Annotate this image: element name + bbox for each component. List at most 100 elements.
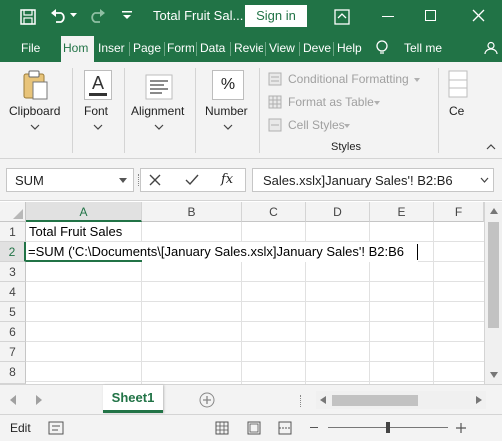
text-cursor	[417, 244, 418, 260]
collapse-ribbon-icon[interactable]	[486, 144, 496, 150]
chevron-down-icon	[414, 78, 420, 82]
sheet-next-icon[interactable]	[36, 395, 42, 405]
lightbulb-icon	[376, 40, 388, 54]
share-icon[interactable]	[484, 41, 498, 55]
conditional-formatting-button[interactable]: Conditional Formatting	[268, 70, 438, 88]
save-icon[interactable]	[20, 9, 36, 25]
row-header-5[interactable]: 5	[0, 302, 26, 322]
tab-help[interactable]: Help	[337, 41, 365, 55]
chevron-down-icon	[93, 124, 103, 130]
undo-dropdown-icon[interactable]	[70, 13, 77, 18]
document-title: Total Fruit Sal...	[153, 8, 244, 23]
ribbon-options-icon[interactable]	[334, 9, 350, 25]
number-format-button[interactable]: %	[212, 70, 244, 100]
scroll-up-icon[interactable]	[490, 208, 498, 214]
conditional-formatting-icon	[268, 72, 282, 86]
sheet-tab-sheet1[interactable]: Sheet1	[103, 385, 163, 413]
cell-a1[interactable]: Total Fruit Sales	[29, 224, 122, 239]
zoom-slider-thumb[interactable]	[386, 422, 390, 433]
clipboard-label: Clipboard	[9, 104, 61, 118]
select-all-corner[interactable]	[0, 202, 26, 222]
tab-formulas[interactable]: Form	[167, 41, 194, 55]
accessibility-icon[interactable]	[48, 421, 64, 435]
cancel-icon[interactable]	[149, 174, 161, 186]
format-as-table-icon	[268, 95, 282, 109]
scroll-right-icon[interactable]	[476, 396, 482, 404]
chevron-down-icon	[30, 124, 40, 130]
sign-in-button[interactable]: Sign in	[245, 5, 307, 27]
column-header-c[interactable]: C	[242, 202, 306, 222]
column-header-b[interactable]: B	[142, 202, 242, 222]
zoom-in-icon[interactable]	[456, 423, 466, 433]
vertical-scroll-thumb[interactable]	[488, 222, 499, 328]
cell-styles-button[interactable]: Cell Styles	[268, 116, 368, 134]
status-bar: Edit	[0, 414, 502, 441]
tab-view[interactable]: View	[269, 41, 297, 55]
conditional-formatting-label: Conditional Formatting	[288, 72, 409, 86]
chevron-down-icon	[223, 124, 233, 130]
row-header-6[interactable]: 6	[0, 322, 26, 342]
format-as-table-label: Format as Table	[288, 95, 374, 109]
row-header-4[interactable]: 4	[0, 282, 26, 302]
tab-page-layout[interactable]: Page	[133, 41, 163, 55]
row-header-8[interactable]: 8	[0, 362, 26, 384]
title-bar: Total Fruit Sal... Sign in	[0, 0, 502, 34]
name-box[interactable]: SUM	[6, 168, 134, 192]
formula-input[interactable]: Sales.xslx]January Sales'! B2:B6	[252, 168, 494, 192]
sheet-prev-icon[interactable]	[10, 395, 16, 405]
vertical-scrollbar[interactable]	[484, 202, 502, 384]
tab-data[interactable]: Data	[200, 41, 228, 55]
chevron-down-icon	[374, 101, 380, 105]
redo-icon	[91, 9, 105, 23]
close-icon[interactable]	[472, 9, 485, 22]
column-header-f[interactable]: F	[434, 202, 484, 222]
name-box-value: SUM	[15, 173, 44, 188]
status-mode: Edit	[10, 421, 31, 435]
row-header-1[interactable]: 1	[0, 222, 26, 242]
formula-bar-area: SUM fx Sales.xslx]January Sales'! B2:B6	[0, 159, 502, 201]
format-as-table-button[interactable]: Format as Table	[268, 93, 388, 111]
normal-view-icon[interactable]	[215, 421, 229, 435]
cells-icon[interactable]	[448, 70, 468, 100]
column-header-e[interactable]: E	[370, 202, 434, 222]
undo-icon[interactable]	[50, 8, 68, 24]
zoom-out-icon[interactable]	[310, 427, 318, 428]
expand-formula-bar-icon[interactable]	[480, 177, 489, 183]
font-button[interactable]: A	[84, 70, 112, 100]
clipboard-button[interactable]	[18, 70, 52, 104]
minimize-icon[interactable]	[382, 16, 394, 17]
tab-insert[interactable]: Inser	[98, 41, 128, 55]
tab-file[interactable]: File	[21, 41, 40, 55]
scroll-down-icon[interactable]	[490, 372, 498, 378]
add-sheet-icon[interactable]	[199, 392, 215, 408]
ribbon: Clipboard A Font Alignment % Number Cond…	[0, 62, 502, 159]
maximize-icon[interactable]	[425, 10, 436, 21]
tab-review[interactable]: Revie	[234, 41, 263, 55]
alignment-icon[interactable]	[145, 74, 173, 100]
horizontal-scroll-thumb[interactable]	[332, 395, 418, 406]
chevron-down-icon[interactable]	[119, 178, 127, 183]
tab-developer[interactable]: Deve	[303, 41, 331, 55]
customize-qat-icon[interactable]	[122, 11, 132, 21]
enter-check-icon[interactable]	[185, 174, 199, 186]
page-layout-view-icon[interactable]	[247, 421, 261, 435]
number-label: Number	[205, 104, 248, 118]
row-header-7[interactable]: 7	[0, 342, 26, 362]
styles-label: Styles	[331, 141, 361, 153]
scroll-left-icon[interactable]	[320, 396, 326, 404]
cell-a2[interactable]: =SUM ('C:\Documents\[January Sales.xslx]…	[28, 244, 404, 259]
column-header-d[interactable]: D	[306, 202, 370, 222]
column-header-a[interactable]: A	[26, 202, 142, 222]
clipboard-icon	[23, 70, 48, 100]
worksheet-grid[interactable]: A B C D E F 1 2 3 4 5 6 7 8 Total Fruit …	[0, 202, 484, 384]
alignment-label: Alignment	[131, 104, 185, 118]
font-glyph: A	[91, 73, 104, 93]
page-break-view-icon[interactable]	[278, 421, 292, 435]
tab-home[interactable]: Hom	[61, 36, 94, 62]
chevron-down-icon	[154, 124, 164, 130]
tell-me-search[interactable]: Tell me	[404, 41, 442, 55]
horizontal-scrollbar[interactable]	[316, 391, 486, 409]
row-header-3[interactable]: 3	[0, 262, 26, 282]
row-header-2[interactable]: 2	[0, 242, 26, 262]
insert-function-icon[interactable]: fx	[221, 172, 233, 187]
